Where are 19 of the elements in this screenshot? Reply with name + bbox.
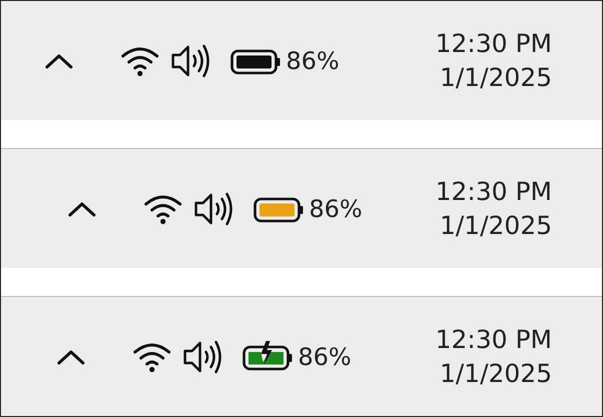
clock-date[interactable]: 1/1/2025	[440, 212, 552, 239]
wifi-icon[interactable]	[132, 340, 172, 372]
chevron-up-icon[interactable]	[56, 348, 86, 364]
battery-percent: 86%	[309, 194, 362, 222]
clock-time[interactable]: 12:30 PM	[435, 326, 552, 354]
chevron-up-icon[interactable]	[67, 200, 97, 216]
speaker-icon[interactable]	[182, 338, 224, 376]
battery-percent: 86%	[298, 342, 352, 370]
speaker-icon[interactable]	[170, 42, 212, 80]
battery-percent: 86%	[286, 46, 340, 74]
clock-date[interactable]: 1/1/2025	[440, 64, 552, 91]
battery-icon[interactable]	[242, 340, 294, 374]
wifi-icon[interactable]	[143, 192, 183, 224]
clock-time[interactable]: 12:30 PM	[435, 178, 552, 206]
wifi-icon[interactable]	[120, 44, 160, 76]
chevron-up-icon[interactable]	[44, 52, 74, 68]
clock-date[interactable]: 1/1/2025	[440, 360, 552, 387]
speaker-icon[interactable]	[193, 190, 235, 228]
clock-time[interactable]: 12:30 PM	[435, 30, 552, 58]
